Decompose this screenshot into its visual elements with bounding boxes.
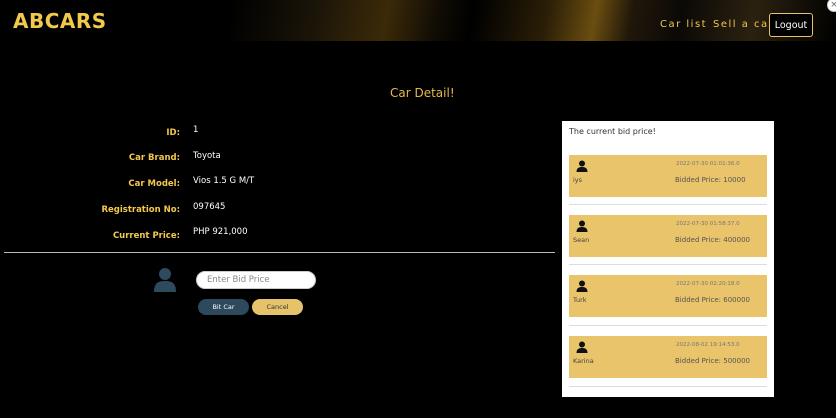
- header: ABCARS Car list Sell a car Logout: [0, 0, 836, 41]
- bid-timestamp: 2022-07-30 01:58:37.0: [676, 221, 740, 227]
- model-value: Vios 1.5 G M/T: [193, 176, 255, 186]
- id-value: 1: [193, 125, 199, 135]
- user-avatar-icon: [152, 266, 178, 292]
- bid-price: Bidded Price: 400000: [675, 236, 750, 244]
- bid-card: Sean 2022-07-30 01:58:37.0 Bidded Price:…: [569, 215, 767, 257]
- bid-separator: [569, 264, 767, 265]
- bidder-avatar-icon: [576, 280, 588, 292]
- bid-timestamp: 2022-07-30 02:20:18.0: [676, 281, 740, 287]
- registration-label: Registration No:: [101, 205, 180, 215]
- bidder-name: Sean: [573, 236, 590, 244]
- bid-price: Bidded Price: 10000: [675, 176, 746, 184]
- price-label: Current Price:: [112, 231, 180, 241]
- model-label: Car Model:: [128, 179, 180, 189]
- bid-card: Karina 2022-08-02 19:14:53.0 Bidded Pric…: [569, 336, 767, 378]
- bidder-name: Turk: [573, 296, 587, 304]
- bidder-avatar-icon: [576, 160, 588, 172]
- divider: [4, 252, 555, 253]
- bid-price: Bidded Price: 600000: [675, 296, 750, 304]
- bid-separator: [569, 386, 767, 387]
- bid-car-button[interactable]: Bit Car: [198, 299, 249, 315]
- nav-sell-car[interactable]: Sell a car: [713, 19, 774, 30]
- nav-car-list[interactable]: Car list: [660, 19, 707, 30]
- bidder-avatar-icon: [576, 220, 588, 232]
- bid-price: Bidded Price: 500000: [675, 357, 750, 365]
- bid-panel-title: The current bid price!: [569, 127, 656, 136]
- bid-panel: The current bid price! iys 2022-07-30 01…: [562, 121, 774, 397]
- bidder-name: Karina: [573, 357, 594, 365]
- brand-label: Car Brand:: [128, 153, 180, 163]
- cancel-button[interactable]: Cancel: [252, 299, 303, 315]
- bid-card: iys 2022-07-30 01:01:36.0 Bidded Price: …: [569, 155, 767, 197]
- bid-separator: [569, 204, 767, 205]
- bid-timestamp: 2022-07-30 01:01:36.0: [676, 161, 740, 167]
- price-value: PHP 921,000: [193, 227, 248, 237]
- bid-separator: [569, 325, 767, 326]
- bid-price-input[interactable]: [196, 271, 316, 289]
- brand-value: Toyota: [193, 151, 221, 161]
- page-title: Car Detail!: [390, 86, 455, 100]
- close-icon[interactable]: ×: [827, 0, 836, 12]
- registration-value: 097645: [193, 202, 226, 212]
- id-label: ID:: [166, 128, 180, 138]
- bid-timestamp: 2022-08-02 19:14:53.0: [676, 342, 740, 348]
- bid-card: Turk 2022-07-30 02:20:18.0 Bidded Price:…: [569, 275, 767, 317]
- logout-button[interactable]: Logout: [769, 13, 813, 37]
- logo[interactable]: ABCARS: [13, 9, 107, 33]
- bidder-avatar-icon: [576, 341, 588, 353]
- bidder-name: iys: [573, 176, 583, 184]
